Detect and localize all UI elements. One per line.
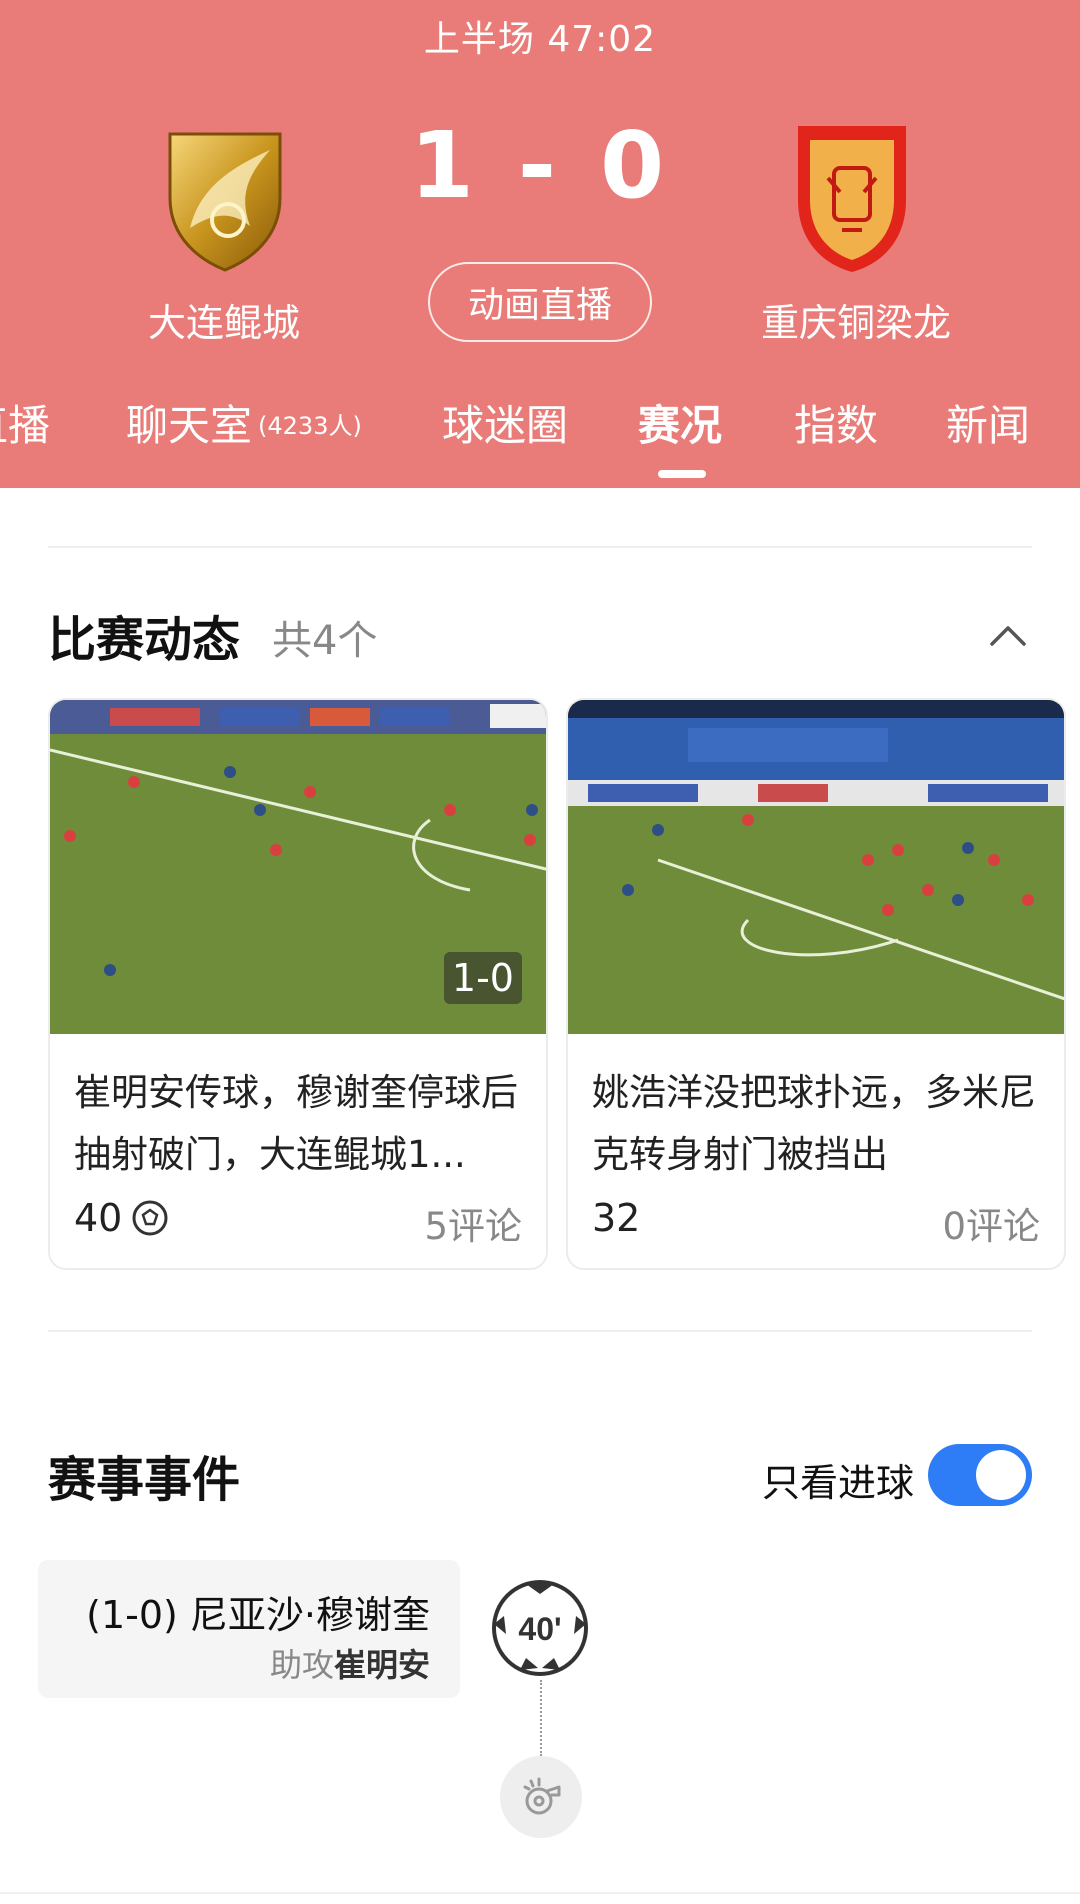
goals-only-toggle[interactable] xyxy=(928,1444,1032,1506)
away-team-name[interactable]: 重庆铜梁龙 xyxy=(706,292,1006,347)
like-count[interactable]: 40 xyxy=(74,1196,170,1240)
highlight-video-thumbnail[interactable]: 1-0 xyxy=(50,700,546,1034)
tab-news[interactable]: 新闻 xyxy=(946,392,1030,453)
divider xyxy=(48,1330,1032,1332)
match-period: 上半场 47:02 xyxy=(423,19,657,60)
timeline-connector xyxy=(540,1680,542,1756)
match-dynamics-count: 共4个 xyxy=(272,618,378,664)
match-events-title: 赛事事件 xyxy=(48,1452,241,1508)
chatroom-count-badge: (4233人) xyxy=(258,412,362,440)
active-tab-indicator xyxy=(658,470,706,478)
goal-score-badge: 1-0 xyxy=(443,952,522,1004)
match-score: 1 - 0 xyxy=(409,112,671,219)
whistle-icon xyxy=(523,1777,561,1815)
football-icon xyxy=(132,1200,168,1236)
divider xyxy=(48,546,1032,548)
tab-chatroom[interactable]: 聊天室 (4233人) xyxy=(126,392,362,453)
goal-minute: 40' xyxy=(518,1611,561,1647)
comment-count[interactable]: 0评论 xyxy=(942,1196,1040,1250)
highlight-card[interactable]: 姚浩洋没把球扑远，多米尼克转身射门被挡出 32 0评论 xyxy=(566,698,1066,1270)
highlight-video-thumbnail[interactable] xyxy=(568,700,1064,1034)
tab-match-status[interactable]: 赛况 xyxy=(638,392,722,453)
tab-bar: 直播 聊天室(4233人) 球迷圈 赛况 指数 新闻 xyxy=(0,392,1080,462)
comment-count[interactable]: 5评论 xyxy=(424,1196,522,1250)
tab-fan-circle[interactable]: 球迷圈 xyxy=(442,392,568,453)
highlight-title[interactable]: 崔明安传球，穆谢奎停球后抽射破门，大连鲲城1... xyxy=(74,1062,526,1186)
divider xyxy=(0,1892,1080,1894)
tab-odds[interactable]: 指数 xyxy=(794,392,878,453)
highlight-card[interactable]: 1-0 崔明安传球，穆谢奎停球后抽射破门，大连鲲城1... 40 5评论 xyxy=(48,698,548,1270)
animation-live-button[interactable]: 动画直播 xyxy=(428,262,652,342)
goal-scorer: (1-0) 尼亚沙·穆谢奎 xyxy=(86,1593,430,1637)
kickoff-marker xyxy=(500,1756,582,1838)
chevron-up-icon[interactable] xyxy=(988,616,1028,656)
match-dynamics-title: 比赛动态 xyxy=(48,612,241,668)
home-team-name[interactable]: 大连鲲城 xyxy=(74,292,374,347)
toggle-knob xyxy=(976,1450,1026,1500)
goal-assist: 助攻崔明安 xyxy=(269,1646,430,1684)
goals-only-label: 只看进球 xyxy=(762,1461,915,1505)
match-header: 上半场 47:02 1 - 0 大连鲲城 动画直播 重庆铜梁龙 直播 聊天室(4… xyxy=(0,0,1080,488)
goal-event-card[interactable]: (1-0) 尼亚沙·穆谢奎 助攻崔明安 xyxy=(38,1560,460,1698)
highlight-title[interactable]: 姚浩洋没把球扑远，多米尼克转身射门被挡出 xyxy=(592,1062,1044,1186)
tab-live[interactable]: 直播 xyxy=(0,392,50,453)
like-count[interactable]: 32 xyxy=(592,1196,640,1240)
goal-minute-ball-icon: 40' xyxy=(490,1578,590,1678)
